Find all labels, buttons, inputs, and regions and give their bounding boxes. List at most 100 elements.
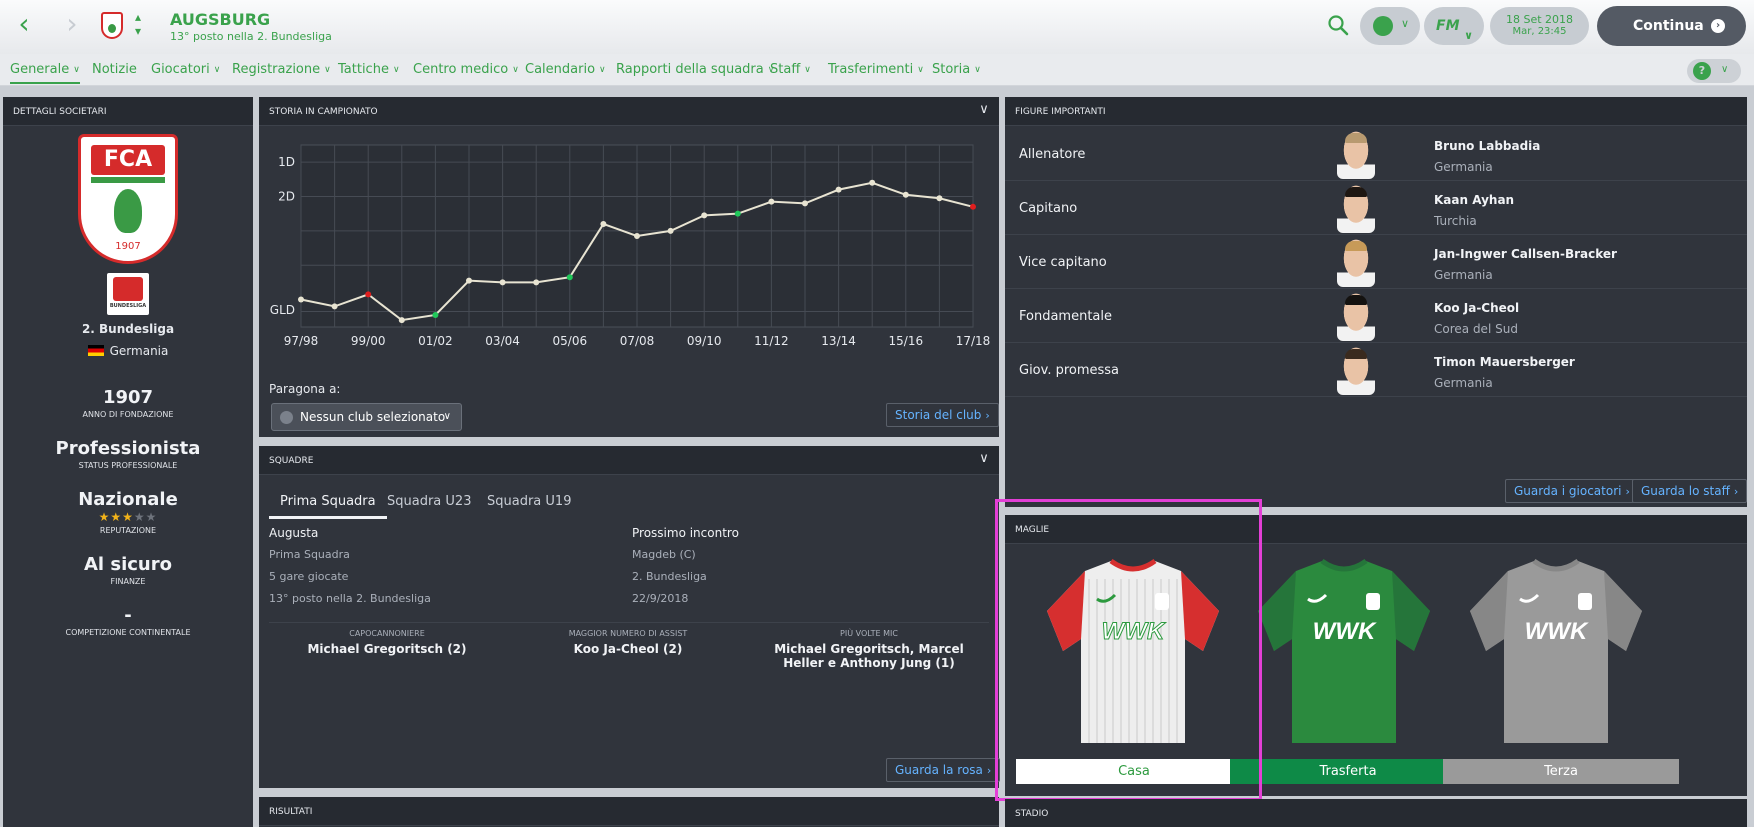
- chevron-down-icon: ∨: [73, 65, 80, 75]
- history-point[interactable]: [936, 195, 943, 202]
- key-figure-row[interactable]: Fondamentale Koo Ja-Cheol Corea del Sud: [1005, 289, 1747, 343]
- relegation-point[interactable]: [365, 291, 372, 298]
- star-filled-icon: ★: [122, 510, 134, 524]
- finances-label: FINANZE: [110, 577, 146, 586]
- view-squad-button[interactable]: Guarda la rosa ›: [886, 758, 1001, 782]
- history-point[interactable]: [835, 186, 842, 193]
- next-opponent[interactable]: Magdeb (C): [632, 548, 696, 561]
- kit-label-terza[interactable]: Terza: [1443, 759, 1679, 784]
- panel-title: STORIA IN CAMPIONATO: [259, 97, 999, 126]
- fm-logo: FM: [1436, 18, 1460, 34]
- view-players-button[interactable]: Guarda i giocatori ›: [1505, 479, 1639, 503]
- history-point[interactable]: [634, 233, 640, 239]
- tab-squadra-u19[interactable]: Squadra U19: [487, 494, 571, 509]
- history-point[interactable]: [768, 198, 775, 205]
- chevron-down-icon: ∨: [804, 65, 811, 75]
- results-panel: RISULTATI: [259, 797, 999, 827]
- club-details-panel: DETTAGLI SOCIETARI FCA 1907 BUNDESLIGA 2…: [3, 97, 253, 827]
- key-figure-row[interactable]: Giov. promessa Timon Mauersberger Germania: [1005, 343, 1747, 397]
- back-arrow-icon[interactable]: ‹: [10, 10, 38, 40]
- history-point[interactable]: [802, 200, 808, 207]
- history-point[interactable]: [499, 279, 506, 286]
- star-empty-icon: ★: [145, 510, 158, 524]
- country-name: Germania: [109, 344, 169, 358]
- panel-title: DETTAGLI SOCIETARI: [3, 97, 253, 126]
- relegation-point[interactable]: [970, 203, 976, 210]
- menu-centro-medico[interactable]: Centro medico ∨: [413, 62, 519, 77]
- club-country[interactable]: Germania: [3, 344, 253, 358]
- key-figure-row[interactable]: Vice capitano Jan-Ingwer Callsen-Bracker G…: [1005, 235, 1747, 289]
- top-assists-value[interactable]: Koo Ja-Cheol (2): [518, 642, 738, 656]
- view-squad-label: Guarda la rosa: [895, 763, 983, 777]
- menu-giocatori[interactable]: Giocatori ∨: [151, 62, 220, 77]
- continue-button[interactable]: Continua ›: [1597, 6, 1746, 46]
- stadium-panel: STADIO: [1005, 799, 1747, 827]
- club-history-button[interactable]: Storia del club ›: [886, 403, 999, 427]
- help-button[interactable]: ? ∨: [1687, 59, 1741, 83]
- menu-trasferimenti[interactable]: Trasferimenti ∨: [828, 62, 924, 77]
- x-tick-label: 13/14: [821, 334, 856, 348]
- forward-arrow-icon[interactable]: ›: [58, 10, 86, 40]
- club-crest-small-icon[interactable]: [101, 12, 123, 39]
- person-photo[interactable]: [1337, 131, 1375, 179]
- kit-shirt-terza[interactable]: WWK: [1468, 559, 1644, 749]
- history-point[interactable]: [701, 212, 708, 219]
- game-date[interactable]: 18 Set 2018 Mar, 23:45: [1490, 7, 1589, 45]
- history-point[interactable]: [902, 191, 909, 198]
- kit-label-trasferta[interactable]: Trasferta: [1230, 759, 1466, 784]
- history-point[interactable]: [298, 296, 304, 303]
- key-figure-row[interactable]: Capitano Kaan Ayhan Turchia: [1005, 181, 1747, 235]
- promotion-point[interactable]: [432, 311, 439, 318]
- kit-shirt-trasferta[interactable]: WWK: [1256, 559, 1432, 749]
- league-logo[interactable]: BUNDESLIGA: [107, 273, 149, 315]
- person-photo[interactable]: [1337, 293, 1375, 341]
- top-scorer-value[interactable]: Michael Gregoritsch (2): [277, 642, 497, 656]
- panel-title: SQUADRE: [259, 446, 999, 475]
- menu-label: Rapporti della squadra: [616, 62, 764, 77]
- fm-menu-button[interactable]: FM ∨: [1424, 7, 1484, 45]
- club-switch-arrows-icon[interactable]: ▴ ▾: [131, 10, 145, 38]
- menu-registrazione[interactable]: Registrazione ∨: [232, 62, 331, 77]
- x-tick-label: 07/08: [620, 334, 655, 348]
- most-motm-value[interactable]: Michael Gregoritsch, Marcel Heller e Ant…: [759, 642, 979, 670]
- person-photo[interactable]: [1337, 239, 1375, 287]
- key-figure-row[interactable]: Allenatore Bruno Labbadia Germania: [1005, 127, 1747, 181]
- view-staff-button[interactable]: Guarda lo staff ›: [1632, 479, 1748, 503]
- figure-name[interactable]: Timon Mauersberger: [1434, 355, 1575, 369]
- page-subtitle: 13° posto nella 2. Bundesliga: [170, 30, 332, 43]
- team-name[interactable]: Augusta: [269, 526, 318, 540]
- league-name[interactable]: 2. Bundesliga: [3, 322, 253, 336]
- history-point[interactable]: [398, 317, 405, 324]
- promotion-point[interactable]: [566, 274, 573, 281]
- collapse-chevron-icon[interactable]: ∨: [977, 103, 991, 117]
- menu-staff[interactable]: Staff ∨: [770, 62, 811, 77]
- history-point[interactable]: [869, 179, 876, 186]
- promotion-point[interactable]: [734, 210, 741, 217]
- history-point[interactable]: [600, 220, 607, 227]
- compare-club-dropdown[interactable]: Nessun club selezionato ∨: [271, 403, 462, 431]
- menu-tattiche[interactable]: Tattiche ∨: [338, 62, 400, 77]
- menu-calendario[interactable]: Calendario ∨: [525, 62, 606, 77]
- tab-squadra-u23[interactable]: Squadra U23: [387, 494, 471, 509]
- history-point[interactable]: [533, 279, 540, 286]
- world-menu-button[interactable]: ∨: [1360, 7, 1420, 45]
- tab-prima-squadra[interactable]: Prima Squadra: [269, 494, 387, 519]
- history-point[interactable]: [667, 227, 674, 234]
- figure-name[interactable]: Jan-Ingwer Callsen-Bracker: [1434, 247, 1617, 261]
- search-icon[interactable]: [1327, 14, 1349, 36]
- person-photo[interactable]: [1337, 185, 1375, 233]
- menu-rapporti-squadra[interactable]: Rapporti della squadra ∨: [616, 62, 774, 77]
- figure-name[interactable]: Koo Ja-Cheol: [1434, 301, 1519, 315]
- history-point[interactable]: [331, 303, 338, 310]
- figure-name[interactable]: Kaan Ayhan: [1434, 193, 1514, 207]
- history-point[interactable]: [466, 277, 472, 284]
- person-photo[interactable]: [1337, 347, 1375, 395]
- menu-storia[interactable]: Storia ∨: [932, 62, 981, 77]
- status-value: Professionista: [55, 438, 201, 459]
- menu-generale[interactable]: Generale ∨: [10, 62, 80, 84]
- club-placeholder-icon: [280, 411, 293, 424]
- panel-title: FIGURE IMPORTANTI: [1005, 97, 1747, 126]
- figure-name[interactable]: Bruno Labbadia: [1434, 139, 1540, 153]
- menu-notizie[interactable]: Notizie: [92, 62, 137, 77]
- collapse-chevron-icon[interactable]: ∨: [977, 452, 991, 466]
